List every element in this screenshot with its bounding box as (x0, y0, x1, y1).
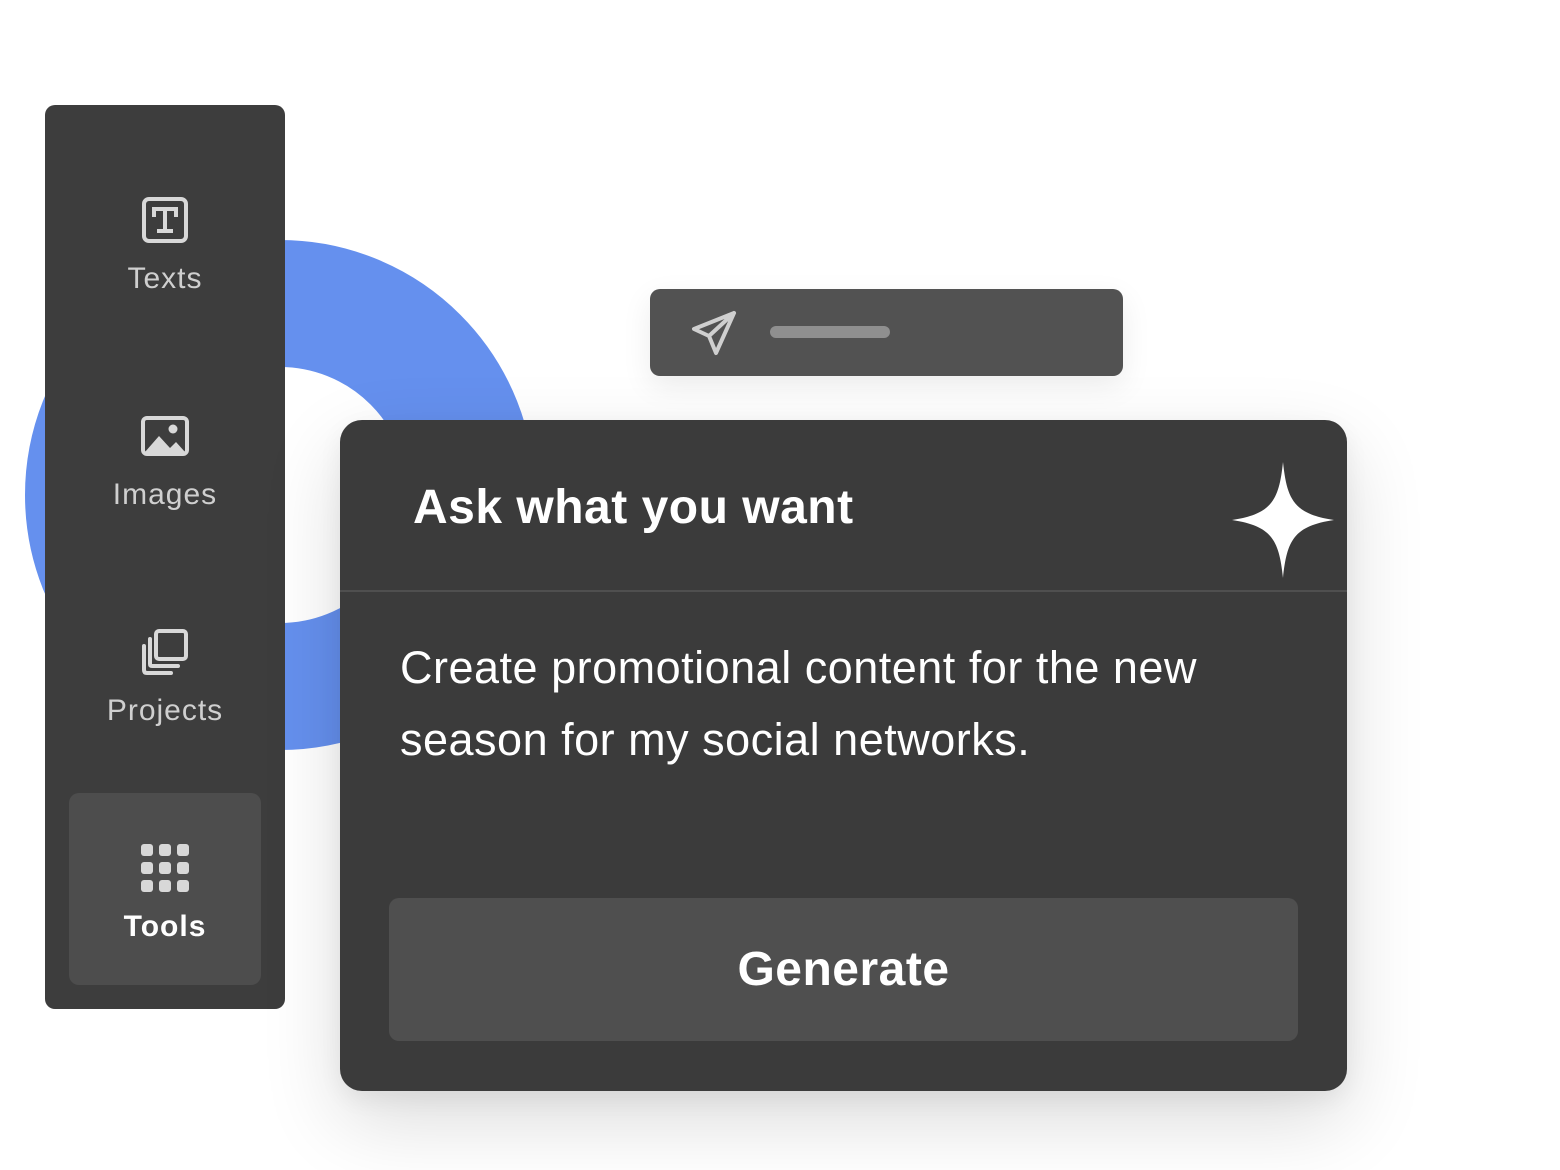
stage: Texts Images Projects Tools Ask what you… (0, 0, 1560, 1170)
paper-plane-icon (692, 311, 736, 355)
sidebar: Texts Images Projects Tools (45, 105, 285, 1009)
text-icon (142, 197, 188, 243)
prompt-card: Ask what you want Create promotional con… (340, 420, 1347, 1091)
card-header: Ask what you want (340, 420, 1347, 592)
prompt-text[interactable]: Create promotional content for the new s… (400, 632, 1290, 776)
sidebar-item-label: Texts (127, 262, 203, 295)
sparkle-icon (1232, 462, 1334, 578)
grid-icon (141, 844, 189, 892)
sidebar-item-label: Tools (123, 910, 207, 943)
sidebar-item-label: Images (112, 478, 218, 511)
generate-button[interactable]: Generate (389, 898, 1298, 1041)
image-icon (141, 416, 189, 456)
card-title: Ask what you want (413, 481, 854, 534)
sidebar-item-label: Projects (106, 694, 224, 727)
sidebar-item-texts[interactable]: Texts (69, 145, 261, 337)
sidebar-item-images[interactable]: Images (69, 361, 261, 553)
send-bar[interactable] (650, 289, 1123, 376)
sidebar-item-projects[interactable]: Projects (69, 577, 261, 769)
placeholder-line (770, 326, 890, 338)
projects-icon (142, 629, 188, 675)
sidebar-item-tools[interactable]: Tools (69, 793, 261, 985)
